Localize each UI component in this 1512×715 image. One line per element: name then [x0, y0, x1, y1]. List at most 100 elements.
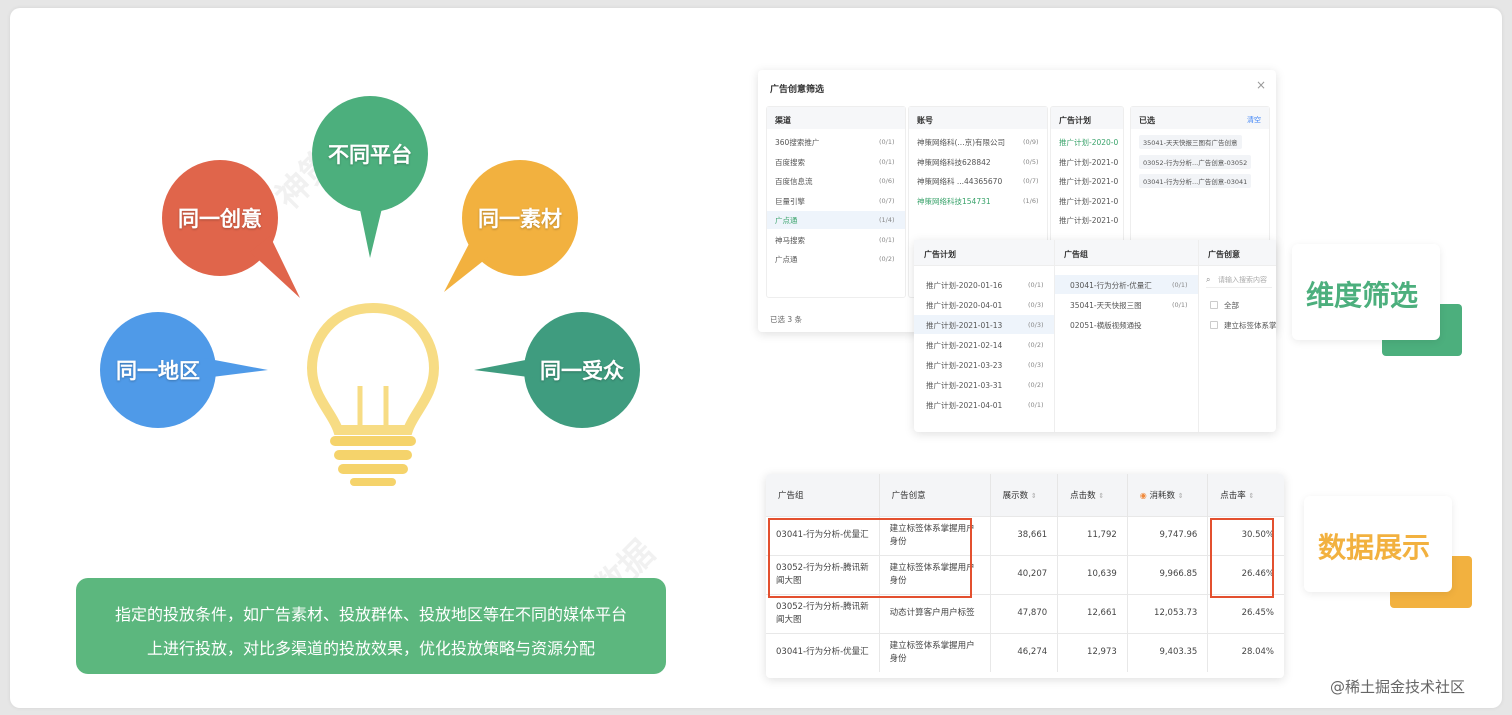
- popup-plan-item-count: (0/2): [1028, 381, 1044, 389]
- sort-icon[interactable]: ⇕: [1249, 492, 1255, 500]
- channel-item[interactable]: 巨量引擎: [775, 196, 805, 207]
- channel-item-count: (0/7): [879, 196, 895, 205]
- checkbox[interactable]: [1210, 301, 1218, 309]
- table-cell: 9,747.96: [1127, 515, 1209, 555]
- popup-plan-item[interactable]: 推广计划-2021-04-01: [926, 400, 1002, 411]
- channel-header: 渠道: [775, 116, 791, 125]
- col-header-sortable[interactable]: 点击数 ⇕: [1057, 474, 1128, 516]
- info-icon: ◉: [1139, 490, 1147, 500]
- bubble-right-top: 同一素材: [444, 160, 578, 292]
- caption-line-1: 指定的投放条件，如广告素材、投放群体、投放地区等在不同的媒体平台: [114, 605, 627, 624]
- col-header-sortable[interactable]: 点击率 ⇕: [1207, 474, 1284, 516]
- channel-item[interactable]: 广点通: [775, 254, 798, 265]
- col-header-sortable[interactable]: 展示数 ⇕: [990, 474, 1059, 516]
- account-item-count: (1/6): [1023, 196, 1039, 205]
- popup-plan-item[interactable]: 推广计划-2021-02-14: [926, 340, 1002, 351]
- popup-plan-item-count: (0/1): [1028, 281, 1044, 289]
- popup-plan-item[interactable]: 推广计划-2020-01-16: [926, 280, 1002, 291]
- search-placeholder: 请输入搜索内容: [1218, 276, 1267, 284]
- cascade-popup: 广告计划 广告组 广告创意 推广计划-2020-01-16 (0/1) 推广计划-2…: [914, 240, 1277, 432]
- table-cell: 12,973: [1057, 632, 1128, 672]
- sort-icon[interactable]: ⇕: [1098, 492, 1104, 500]
- channel-item-count: (0/1): [879, 138, 895, 146]
- selected-tag[interactable]: 35041-天天快报三图有广告创意: [1139, 135, 1242, 149]
- table-cell: 11,792: [1057, 515, 1128, 555]
- highlight-box-left: [768, 518, 972, 598]
- selected-tag[interactable]: 03041-行为分析...广告创意-03041: [1139, 174, 1252, 188]
- table-cell: 38,661: [990, 515, 1059, 555]
- account-item[interactable]: 神策网络科(...京)有限公司: [917, 137, 1005, 148]
- table-cell: 建立标签体系掌握用户身份: [879, 632, 991, 672]
- bubble-right: 同一受众: [474, 312, 640, 428]
- selected-tag[interactable]: 03052-行为分析...广告创意-03052: [1139, 154, 1252, 169]
- account-item[interactable]: 神策网络科 ...44365670: [917, 176, 1002, 187]
- checkbox[interactable]: [1210, 321, 1218, 329]
- channel-item-count: (1/4): [879, 216, 895, 224]
- popup-group-item[interactable]: 03041-行为分析-优量汇: [1070, 280, 1152, 291]
- popup-plan-header: 广告计划: [924, 250, 956, 259]
- table-cell: 动态计算客户用户标签: [879, 593, 991, 633]
- bubble-top: 不同平台: [312, 96, 428, 258]
- close-icon[interactable]: ×: [1256, 78, 1266, 92]
- dialog-title: 广告创意筛选: [770, 85, 825, 95]
- table-cell: 12,053.73: [1127, 593, 1209, 633]
- search-icon: ⌕: [1206, 275, 1211, 284]
- selected-header: 已选: [1139, 116, 1155, 125]
- sort-icon[interactable]: ⇕: [1031, 492, 1037, 500]
- plan-top-item[interactable]: 推广计划-2021-0: [1059, 196, 1118, 207]
- plan-top-item[interactable]: 推广计划-2021-0: [1059, 157, 1118, 168]
- popup-plan-item-count: (0/1): [1028, 401, 1044, 409]
- bubble-left-top-text: 同一创意: [178, 207, 262, 231]
- channel-item[interactable]: 百度搜索: [775, 157, 805, 168]
- clear-link[interactable]: 清空: [1247, 115, 1261, 125]
- plan-top-item[interactable]: 推广计划-2021-0: [1059, 176, 1118, 187]
- channel-item[interactable]: 广点通: [775, 215, 798, 226]
- bubble-right-text: 同一受众: [540, 359, 624, 383]
- table-cell: 46,274: [990, 632, 1059, 672]
- popup-plan-item[interactable]: 推广计划-2021-03-23: [926, 360, 1002, 371]
- bubble-left-top: 同一创意: [162, 160, 300, 298]
- account-header: 账号: [917, 116, 933, 125]
- popup-plan-item-count: (0/3): [1028, 321, 1044, 329]
- popup-plan-item-count: (0/3): [1028, 301, 1044, 309]
- popup-plan-item-count: (0/3): [1028, 361, 1044, 369]
- popup-creative-header: 广告创意: [1208, 250, 1240, 259]
- label-filter: 维度筛选: [1306, 279, 1419, 312]
- channel-item-count: (0/6): [879, 177, 895, 185]
- table-row: 03041-行为分析-优量汇 建立标签体系掌握用户身份 46,274 12,973 9,…: [766, 632, 1284, 672]
- account-item[interactable]: 神策网络科技154731: [917, 196, 991, 207]
- caption-box: 指定的投放条件，如广告素材、投放群体、投放地区等在不同的媒体平台 上进行投放，对…: [76, 578, 666, 674]
- plan-top-item[interactable]: 推广计划-2020-0: [1059, 137, 1118, 148]
- channel-item[interactable]: 神马搜索: [775, 235, 805, 246]
- col-header: 广告组: [766, 474, 880, 516]
- popup-group-item[interactable]: 35041-天天快报三图: [1070, 300, 1142, 311]
- plan-top-item[interactable]: 推广计划-2021-0: [1059, 215, 1118, 226]
- bubble-top-text: 不同平台: [328, 143, 412, 167]
- account-item[interactable]: 神策网络科技628842: [917, 157, 991, 168]
- popup-group-item-count: (0/1): [1172, 281, 1188, 289]
- selected-count: 已选 3 条: [770, 315, 803, 324]
- creative-option[interactable]: 全部: [1224, 300, 1239, 311]
- table-cell: 10,639: [1057, 554, 1128, 594]
- popup-plan-item[interactable]: 推广计划-2020-04-01: [926, 300, 1002, 311]
- credit-text: @稀土掘金技术社区: [1330, 678, 1466, 696]
- col-header-sortable[interactable]: ◉ 消耗数 ⇕: [1127, 474, 1209, 516]
- popup-plan-item[interactable]: 推广计划-2021-03-31: [926, 380, 1002, 391]
- channel-item[interactable]: 百度信息流: [775, 176, 813, 187]
- col-header-text: 点击率: [1220, 490, 1246, 501]
- sort-icon[interactable]: ⇕: [1178, 492, 1184, 500]
- col-header-text: 点击数: [1070, 490, 1096, 501]
- creative-option[interactable]: 建立标签体系掌: [1224, 320, 1277, 331]
- popup-group-header: 广告组: [1064, 250, 1088, 259]
- account-item-count: (0/9): [1023, 138, 1039, 146]
- bubble-right-top-text: 同一素材: [478, 207, 562, 231]
- popup-group-item[interactable]: 02051-横版视频通投: [1070, 320, 1142, 331]
- popup-plan-item[interactable]: 推广计划-2021-01-13: [926, 320, 1002, 331]
- table-cell: 9,403.35: [1127, 632, 1209, 672]
- table-row: 03052-行为分析-腾讯新闻大图 动态计算客户用户标签 47,870 12,661 1…: [766, 593, 1284, 633]
- table-cell: 9,966.85: [1127, 554, 1209, 594]
- channel-item[interactable]: 360搜索推广: [775, 137, 819, 148]
- creative-search-input[interactable]: ⌕ 请输入搜索内容: [1206, 272, 1272, 288]
- account-item-count: (0/7): [1023, 177, 1039, 185]
- table-cell: 03052-行为分析-腾讯新闻大图: [766, 593, 880, 633]
